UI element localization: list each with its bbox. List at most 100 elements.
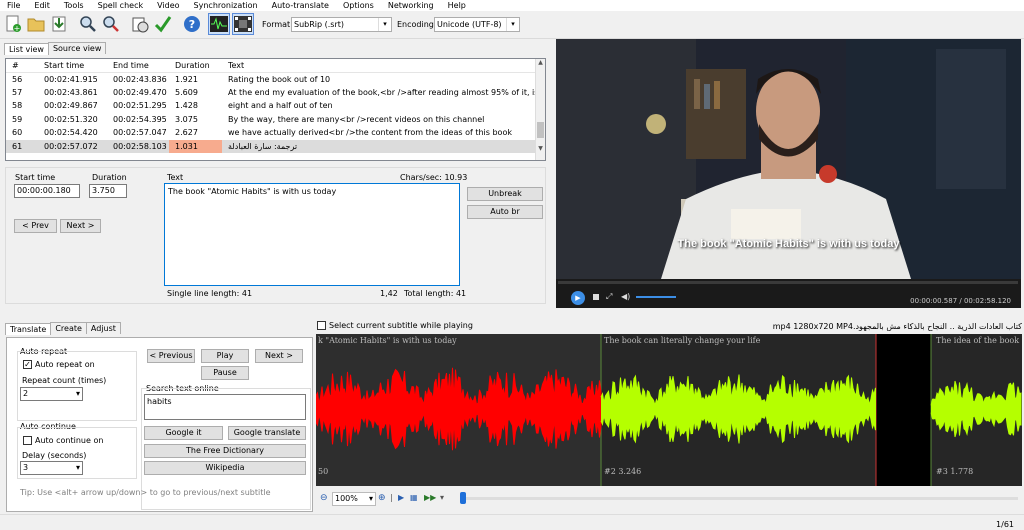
menu-edit[interactable]: Edit (27, 0, 57, 11)
open-folder-icon[interactable] (25, 13, 47, 35)
auto-continue-checkbox[interactable]: Auto continue on (23, 436, 103, 445)
next-button[interactable]: Next > (60, 219, 101, 233)
help-icon[interactable]: ? (181, 13, 203, 35)
visual-sync-icon[interactable] (129, 13, 151, 35)
play-icon[interactable]: ▶ (571, 291, 585, 305)
zoom-select[interactable]: 100% ▾ (332, 492, 376, 506)
menu-help[interactable]: Help (441, 0, 473, 11)
zoom-in-icon[interactable]: ⊕ (378, 493, 386, 503)
wikipedia-button[interactable]: Wikipedia (144, 461, 306, 475)
waveform-number-3: #3 1.778 (936, 467, 974, 476)
fast-forward-icon[interactable]: ▶▶ (424, 493, 436, 502)
waveform-toolbar: ⊖ 100% ▾ ⊕ | ▶ ▦ ▶▶ ▾ (316, 489, 1022, 509)
cell-start: 00:02:43.861 (44, 87, 98, 97)
encoding-select[interactable]: Unicode (UTF-8) ▾ (434, 17, 520, 32)
single-line-length: Single line length: 41 (167, 289, 253, 298)
auto-continue-on-label: Auto continue on (35, 436, 104, 445)
scrollbar-thumb[interactable] (537, 122, 544, 138)
table-row[interactable]: 58 00:02:49.867 00:02:51.295 1.428 eight and… (6, 99, 545, 113)
cell-duration: 1.428 (175, 101, 198, 111)
column-header-start[interactable]: Start time (38, 59, 107, 73)
pause-button[interactable]: Pause (201, 366, 249, 380)
menu-tools[interactable]: Tools (57, 0, 91, 11)
tab-translate[interactable]: Translate (5, 323, 52, 335)
table-row[interactable]: 57 00:02:43.861 00:02:49.470 5.609 At the en… (6, 86, 545, 100)
video-player[interactable]: The book "Atomic Habits" is with us toda… (556, 39, 1021, 308)
save-icon[interactable] (48, 13, 70, 35)
waveform-canvas (316, 334, 1022, 486)
repeat-count-select[interactable]: 2 ▾ (20, 387, 83, 401)
waveform-number-2: #2 3.246 (604, 467, 642, 476)
unbreak-button[interactable]: Unbreak (467, 187, 543, 201)
zoom-out-icon[interactable]: ⊖ (320, 493, 328, 503)
menu-file[interactable]: File (0, 0, 27, 11)
waveform-slider-thumb[interactable] (460, 492, 466, 504)
previous-button[interactable]: < Previous (147, 349, 195, 363)
delay-select[interactable]: 3 ▾ (20, 461, 83, 475)
play-selection-icon[interactable]: ▶ (398, 493, 404, 502)
menu-options[interactable]: Options (336, 0, 381, 11)
column-header-duration[interactable]: Duration (169, 59, 222, 73)
tab-list-view[interactable]: List view (4, 43, 49, 55)
volume-slider[interactable] (636, 296, 676, 298)
spell-check-icon[interactable] (152, 13, 174, 35)
video-progress-bar[interactable] (558, 281, 1018, 284)
menu-networking[interactable]: Networking (381, 0, 441, 11)
menu-spell-check[interactable]: Spell check (91, 0, 151, 11)
cell-number: 57 (12, 87, 23, 97)
fullscreen-icon[interactable]: ⤢ (606, 292, 612, 302)
new-file-icon[interactable]: + (2, 13, 24, 35)
search-text-input[interactable]: habits (144, 394, 306, 420)
select-while-playing-label: Select current subtitle while playing (329, 321, 473, 330)
volume-icon[interactable]: ◀) (621, 292, 630, 301)
show-waveform-icon[interactable] (208, 13, 230, 35)
cell-text: Rating the book out of 10 (228, 74, 331, 84)
stop-icon[interactable] (593, 294, 599, 300)
scroll-up-icon[interactable]: ▲ (536, 59, 545, 66)
google-translate-button[interactable]: Google translate (228, 426, 306, 440)
table-row[interactable]: 56 00:02:41.915 00:02:43.836 1.921 Rating th… (6, 72, 545, 86)
grid-icon[interactable]: ▦ (410, 493, 418, 502)
auto-br-button[interactable]: Auto br (467, 205, 543, 219)
show-video-icon[interactable] (232, 13, 254, 35)
table-row[interactable]: 60 00:02:54.420 00:02:57.047 2.627 we have a… (6, 126, 545, 140)
tab-adjust[interactable]: Adjust (85, 322, 121, 334)
subtitle-text-editor[interactable]: The book "Atomic Habits" is with us toda… (164, 183, 460, 286)
table-row[interactable]: 59 00:02:51.320 00:02:54.395 3.075 By the wa… (6, 113, 545, 127)
next-button[interactable]: Next > (255, 349, 303, 363)
waveform-position-slider[interactable] (462, 497, 1018, 500)
scroll-down-icon[interactable]: ▼ (536, 145, 545, 152)
audio-waveform[interactable]: k "Atomic Habits" is with us today The b… (316, 334, 1022, 486)
cell-number: 58 (12, 101, 23, 111)
list-scrollbar[interactable]: ▲ ▼ (535, 59, 545, 160)
chevron-down-icon[interactable]: ▾ (440, 493, 444, 502)
checkbox-empty-icon (317, 321, 326, 330)
column-header-number[interactable]: # (6, 59, 38, 73)
format-value: SubRip (.srt) (294, 20, 345, 29)
google-it-button[interactable]: Google it (144, 426, 223, 440)
cell-number: 61 (6, 139, 38, 153)
find-icon[interactable] (77, 13, 99, 35)
prev-button[interactable]: < Prev (14, 219, 57, 233)
select-while-playing-checkbox[interactable]: Select current subtitle while playing (317, 321, 473, 330)
play-button[interactable]: Play (201, 349, 249, 363)
column-header-text[interactable]: Text (222, 59, 545, 73)
format-select[interactable]: SubRip (.srt) ▾ (291, 17, 392, 32)
tab-create[interactable]: Create (50, 322, 87, 334)
duration-input[interactable]: 3.750 (89, 184, 127, 198)
menu-synchronization[interactable]: Synchronization (187, 0, 265, 11)
auto-repeat-checkbox[interactable]: ✓ Auto repeat on (23, 360, 95, 369)
cell-start: 00:02:51.320 (44, 114, 98, 124)
chevron-down-icon: ▾ (75, 389, 80, 398)
menu-auto-translate[interactable]: Auto-translate (265, 0, 336, 11)
separator-icon: | (390, 493, 393, 502)
cell-duration: 1.921 (175, 74, 198, 84)
menu-video[interactable]: Video (150, 0, 186, 11)
tab-source-view[interactable]: Source view (47, 42, 107, 54)
column-header-end[interactable]: End time (107, 59, 169, 73)
replace-icon[interactable] (100, 13, 122, 35)
free-dictionary-button[interactable]: The Free Dictionary (144, 444, 306, 458)
table-row-selected[interactable]: 61 00:02:57.072 00:02:58.103 1.031 ترجمة: سا… (6, 139, 545, 153)
start-time-input[interactable]: 00:00:00.180 (14, 184, 80, 198)
chars-per-sec: Chars/sec: 10.93 (400, 173, 468, 182)
